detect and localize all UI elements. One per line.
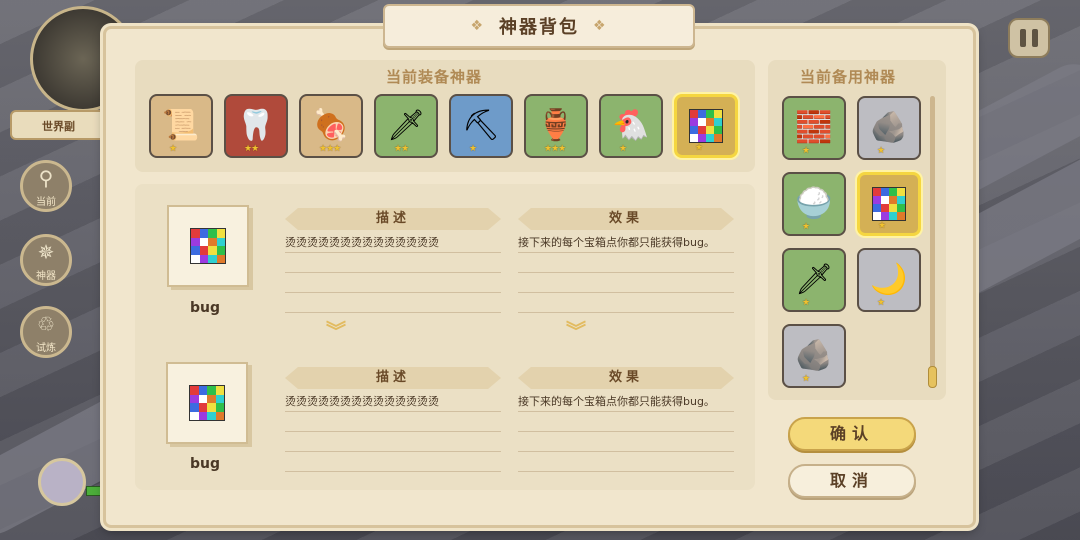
rock-icon: 🪨 <box>795 338 833 373</box>
star-rating: ★★ <box>244 144 259 154</box>
current-effect-text: 接下来的每个宝箱点你都只能获得bug。 <box>518 233 734 313</box>
brick-icon: 🧱 <box>795 110 833 145</box>
backup-scrollbar[interactable] <box>930 96 935 386</box>
rice-bowl-icon: 🍚 <box>795 186 833 221</box>
dagger-icon: 🗡 <box>794 262 834 297</box>
backup-scroll-thumb[interactable] <box>928 366 937 388</box>
trial-icon: ♲ <box>37 312 55 336</box>
star-rating: ★★ <box>394 144 409 154</box>
star-rating: ★ <box>877 146 885 156</box>
star-rating: ★ <box>169 144 177 154</box>
new-desc-header: 描述 <box>285 367 501 389</box>
side-button-label: 当前 <box>36 197 56 208</box>
ornament-icon: ❖ <box>470 18 485 34</box>
backup-slot[interactable]: 🧱 ★ <box>782 96 846 160</box>
map-pin-icon: ⚲ <box>38 166 54 190</box>
backup-slot[interactable]: 🗡 ★ <box>782 248 846 312</box>
cancel-button[interactable]: 取消 <box>788 464 916 498</box>
dialog-title: ❖ 神器背包 ❖ <box>383 4 695 48</box>
dialog-title-text: 神器背包 <box>499 17 579 38</box>
equipped-slot[interactable]: 📜 ★ <box>149 94 213 158</box>
equipped-slot[interactable]: 🗡 ★★ <box>374 94 438 158</box>
equipped-section-title: 当前装备神器 <box>386 68 483 86</box>
backup-section-title: 当前备用神器 <box>800 68 897 86</box>
star-rating: ★ <box>802 146 810 156</box>
down-arrow-icon: ︾ <box>326 319 346 343</box>
backup-slot[interactable]: 🪨 ★ <box>857 96 921 160</box>
side-button-trial[interactable]: ♲ 试炼 <box>20 306 72 358</box>
dagger-icon: 🗡 <box>386 108 426 143</box>
star-rating: ★ <box>469 144 477 154</box>
rock-icon: 🪨 <box>870 110 908 145</box>
side-button-artifact[interactable]: ✵ 神器 <box>20 234 72 286</box>
backup-slot[interactable]: ★ <box>857 172 921 236</box>
teeth-icon: 🦷 <box>237 108 275 143</box>
equipped-slot[interactable]: 🦷 ★★ <box>224 94 288 158</box>
star-rating: ★ <box>877 298 885 308</box>
current-desc-header: 描述 <box>285 208 501 230</box>
new-effect-text: 接下来的每个宝箱点你都只能获得bug。 <box>518 392 734 472</box>
world-dungeon-button[interactable]: 世界副 <box>10 110 106 140</box>
star-rating: ★★★ <box>319 144 341 154</box>
pause-icon <box>1020 29 1026 47</box>
chicken-icon: 🐔 <box>612 108 650 143</box>
backup-slot[interactable]: 🍚 ★ <box>782 172 846 236</box>
backup-slot[interactable]: 🌙 ★ <box>857 248 921 312</box>
equipped-slot[interactable]: ★ <box>674 94 738 158</box>
star-rating: ★ <box>619 144 627 154</box>
blade-icon: 🌙 <box>870 262 908 297</box>
side-button-label: 神器 <box>36 271 56 282</box>
star-rating: ★ <box>802 222 810 232</box>
star-rating: ★★★ <box>544 144 566 154</box>
equipped-slot[interactable]: 🐔 ★ <box>599 94 663 158</box>
vase-icon: 🏺 <box>537 108 575 143</box>
artifact-icon: ✵ <box>37 240 55 264</box>
pause-button[interactable] <box>1008 18 1050 58</box>
new-effect-header: 效果 <box>518 367 734 389</box>
ornament-icon: ❖ <box>593 18 608 34</box>
star-rating: ★ <box>802 298 810 308</box>
star-rating: ★ <box>878 221 886 231</box>
side-button-label: 试炼 <box>36 343 56 354</box>
equipped-slot[interactable]: 🍖 ★★★ <box>299 94 363 158</box>
bug-icon <box>872 187 906 221</box>
new-desc-text: 烫烫烫烫烫烫烫烫烫烫烫烫烫烫 <box>285 392 501 472</box>
bug-icon <box>189 385 225 421</box>
meat-icon: 🍖 <box>312 108 350 143</box>
star-rating: ★ <box>695 143 703 153</box>
current-desc-text: 烫烫烫烫烫烫烫烫烫烫烫烫烫烫 <box>285 233 501 313</box>
side-button-current[interactable]: ⚲ 当前 <box>20 160 72 212</box>
equipped-slot[interactable]: 🏺 ★★★ <box>524 94 588 158</box>
new-artifact-name: bug <box>189 456 220 472</box>
backup-slot[interactable]: 🪨 ★ <box>782 324 846 388</box>
pickaxe-icon: ⛏ <box>461 108 501 143</box>
confirm-button[interactable]: 确认 <box>788 417 916 451</box>
equipped-slot[interactable]: ⛏ ★ <box>449 94 513 158</box>
current-effect-header: 效果 <box>518 208 734 230</box>
current-artifact-name: bug <box>189 300 220 316</box>
current-artifact-card <box>167 205 249 287</box>
bug-icon <box>689 109 723 143</box>
new-artifact-card <box>166 362 248 444</box>
down-arrow-icon: ︾ <box>566 319 586 343</box>
scroll-icon: 📜 <box>162 108 200 143</box>
player-avatar[interactable] <box>38 458 86 506</box>
bug-icon <box>190 228 226 264</box>
star-rating: ★ <box>802 374 810 384</box>
